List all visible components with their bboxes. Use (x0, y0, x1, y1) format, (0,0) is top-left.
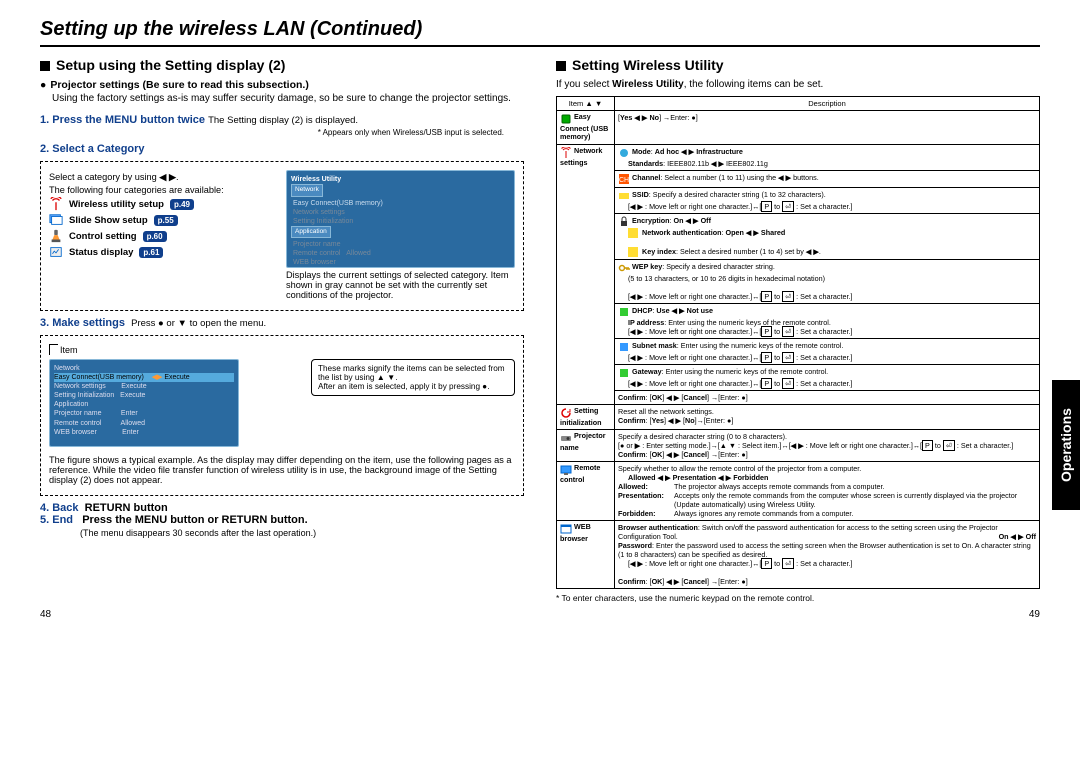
th-desc: Description (615, 97, 1040, 111)
dhcp-icon (618, 306, 630, 318)
row-encryption: Encryption: On ◀ ▶ Off Network authentic… (615, 213, 1040, 259)
cat-intro-2: The following four categories are availa… (49, 185, 278, 195)
svg-text:CH: CH (619, 177, 629, 184)
step-1-desc: The Setting display (2) is displayed. (208, 115, 358, 126)
step-1-footnote: * Appears only when Wireless/USB input i… (40, 128, 504, 137)
row-web-desc: Browser authentication: Switch on/off th… (615, 520, 1040, 588)
osd-screenshot-2: Network Easy Connect(USB memory) ◀▶ Exec… (49, 359, 239, 447)
row-wep: WEP key: Specify a desired character str… (615, 259, 1040, 303)
side-tab-operations: Operations (1052, 380, 1080, 510)
control-icon (49, 229, 63, 243)
row-remote-desc: Specify whether to allow the remote cont… (615, 461, 1040, 520)
step-3: 3. Make settings Press ● or ▼ to open th… (40, 317, 524, 329)
callout-box: These marks signify the items can be sel… (311, 359, 515, 396)
row-channel: CHChannel: Select a number (1 to 11) usi… (615, 170, 1040, 187)
right-intro: If you select Wireless Utility, the foll… (556, 79, 1040, 90)
page-badge: p.55 (154, 215, 178, 226)
step-3-desc: Press ● or ▼ to open the menu. (131, 318, 266, 329)
section-heading-text: Setup using the Setting display (2) (56, 57, 285, 73)
cat-row-wireless: Wireless utility setup p.49 (49, 197, 278, 211)
ssid-icon (618, 190, 630, 202)
step-5: 5. End Press the MENU button or RETURN b… (40, 514, 524, 526)
cat-row-control: Control setting p.60 (49, 229, 278, 243)
page-badge: p.49 (170, 199, 194, 210)
section-heading-setup: Setup using the Setting display (2) (40, 57, 524, 73)
step-4: 4. Back RETURN button (40, 502, 524, 514)
row-init-desc: Reset all the network settings.Confirm: … (615, 404, 1040, 429)
row-projname-item: Projector name (557, 429, 615, 461)
row-init-item: Setting initialization (557, 404, 615, 429)
cat-row-slideshow: Slide Show setup p.55 (49, 213, 278, 227)
section-heading-wireless: Setting Wireless Utility (556, 57, 1040, 73)
osd-desc: Displays the current settings of selecte… (286, 270, 515, 300)
lock-icon (618, 216, 630, 228)
subnet-icon (618, 341, 630, 353)
settings-table: Item ▲ ▼Description Easy Connect (USB me… (556, 96, 1040, 589)
cat-label: Wireless utility setup (69, 199, 164, 210)
table-footnote: * To enter characters, use the numeric k… (556, 593, 1040, 603)
keyindex-icon (628, 247, 638, 257)
page-number-left: 48 (40, 609, 51, 620)
row-web-item: WEB browser (557, 520, 615, 588)
horizontal-rule (40, 45, 1040, 47)
antenna-icon (49, 197, 63, 211)
row-easyconnect-item: Easy Connect (USB memory) (557, 111, 615, 145)
step-3-box: Item Network Easy Connect(USB memory) ◀▶… (40, 335, 524, 496)
row-easyconnect-desc: [Yes ◀ ▶ No] →Enter: ●] (615, 111, 1040, 145)
row-subnet: Subnet mask: Enter using the numeric key… (615, 338, 1040, 364)
channel-icon: CH (618, 173, 630, 185)
subsection-heading: Projector settings (Be sure to read this… (40, 79, 524, 91)
row-mode: Mode: Ad hoc ◀ ▶ Infrastructure Standard… (615, 144, 1040, 170)
auth-icon (628, 228, 638, 238)
step-3-note: The figure shows a typical example. As t… (49, 455, 515, 485)
osd-screenshot-1: Wireless Utility Network Easy Connect(US… (286, 170, 515, 268)
left-column: Setup using the Setting display (2) Proj… (40, 57, 524, 603)
cat-row-status: Status display p.61 (49, 245, 278, 259)
step-1: 1. Press the MENU button twice The Setti… (40, 114, 524, 126)
row-dhcp: DHCP: Use ◀ ▶ Not use IP address: Enter … (615, 303, 1040, 338)
item-indicator-label: Item (60, 345, 78, 355)
gear-icon (618, 147, 630, 159)
cat-label: Status display (69, 247, 133, 258)
page-number-right: 49 (1029, 609, 1040, 620)
subsection-note: Using the factory settings as-is may suf… (52, 93, 524, 104)
cat-intro-1: Select a category by using ◀ ▶. (49, 172, 278, 183)
page-title: Setting up the wireless LAN (Continued) (40, 18, 1040, 41)
row-ssid: SSID: Specify a desired character string… (615, 187, 1040, 213)
step-5-note: (The menu disappears 30 seconds after th… (80, 528, 524, 538)
step-2: 2. Select a Category (40, 143, 524, 155)
page-badge: p.61 (139, 247, 163, 258)
row-net-confirm: Confirm: [OK] ◀ ▶ [Cancel] →[Enter: ●] (615, 390, 1040, 404)
row-remote-item: Remote control (557, 461, 615, 520)
status-icon (49, 245, 63, 259)
row-gateway: Gateway: Enter using the numeric keys of… (615, 364, 1040, 390)
th-item: Item ▲ ▼ (557, 97, 615, 111)
cat-label: Control setting (69, 231, 137, 242)
right-column: Setting Wireless Utility If you select W… (556, 57, 1040, 603)
gateway-icon (618, 367, 630, 379)
cat-label: Slide Show setup (69, 215, 148, 226)
section-heading-text: Setting Wireless Utility (572, 57, 724, 73)
page-badge: p.60 (143, 231, 167, 242)
row-network-item: Network settings (557, 144, 615, 404)
step-2-box: Select a category by using ◀ ▶. The foll… (40, 161, 524, 311)
key-icon (618, 262, 630, 274)
row-projname-desc: Specify a desired character string (0 to… (615, 429, 1040, 461)
slideshow-icon (49, 213, 63, 227)
